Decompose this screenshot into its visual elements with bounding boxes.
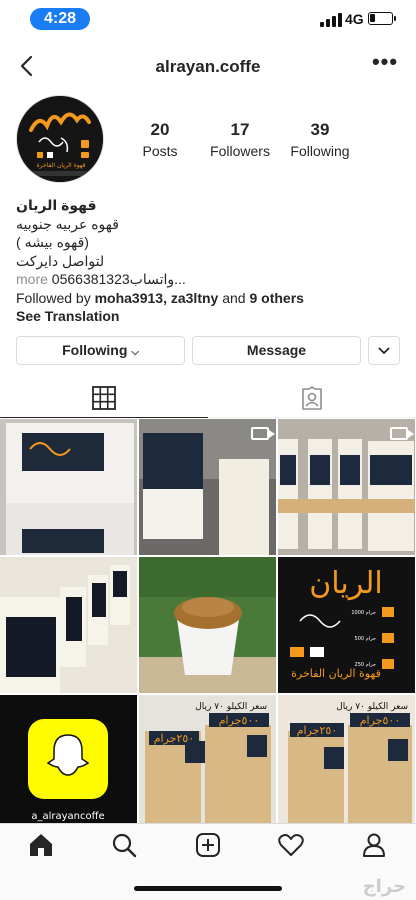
see-translation-link[interactable]: See Translation xyxy=(16,307,400,326)
stat-following[interactable]: 39 Following xyxy=(280,120,360,159)
price-text: سعر الكيلو ٧٠ ريال xyxy=(336,702,408,712)
followed-by[interactable]: Followed by moha3913, za3ltny and 9 othe… xyxy=(16,289,400,308)
post-grid: الريان قهوة الريان الفاخرة جرام 1000 جرا… xyxy=(0,419,416,823)
followed-by-and: and xyxy=(222,289,246,306)
search-icon[interactable] xyxy=(111,832,137,858)
label-250: ٢٥٠جرام xyxy=(297,724,337,737)
signal-icon xyxy=(320,13,342,27)
bio-whatsapp: واتساب0566381323... xyxy=(51,271,186,287)
posts-label: Posts xyxy=(142,143,178,159)
post-image-price-500: سعر الكيلو ٧٠ ريال ٥٠٠جرام ٢٥٠جرام xyxy=(139,695,276,823)
following-button-label: Following xyxy=(62,342,128,358)
active-tab-indicator xyxy=(0,417,208,418)
video-icon xyxy=(390,427,414,440)
profile-tabs xyxy=(0,378,416,418)
post-image-snapcode: a_alrayancoffe xyxy=(0,695,137,823)
followers-count: 17 xyxy=(230,120,250,139)
label-500: ٥٠٠جرام xyxy=(219,714,259,727)
followed-by-others: 9 others xyxy=(249,289,304,306)
grid-icon[interactable] xyxy=(92,386,116,410)
video-icon xyxy=(251,427,275,440)
following-button[interactable]: Following ⌵ xyxy=(16,336,185,365)
message-button[interactable]: Message xyxy=(192,336,361,365)
network-label: 4G xyxy=(345,11,364,27)
page-title: alrayan.coffe xyxy=(155,57,261,76)
post-tile[interactable]: سعر الكيلو ٧٠ ريال ٥٠٠جرام ٢٥٠جرام xyxy=(139,695,276,831)
profile-name: قهوة الريان xyxy=(16,197,97,213)
stat-posts[interactable]: 20 Posts xyxy=(120,120,200,159)
chevron-down-icon xyxy=(378,347,390,355)
more-options-icon[interactable]: ••• xyxy=(370,51,400,78)
watermark: حراج xyxy=(362,876,406,896)
poster-tagline: قهوة الريان الفاخرة xyxy=(291,667,381,680)
post-tile[interactable] xyxy=(0,419,137,555)
bio-line: قهوه عربيه جنوبيه xyxy=(16,215,119,232)
post-image-price-250: سعر الكيلو ٧٠ ريال ٥٠٠جرام ٢٥٠جرام xyxy=(278,695,415,823)
status-bar: 4:28 4G xyxy=(0,0,416,40)
following-label: Following xyxy=(290,143,350,159)
chevron-down-icon: ⌵ xyxy=(131,347,139,358)
post-tile[interactable]: a_alrayancoffe xyxy=(0,695,137,831)
post-image-coffee-cup xyxy=(139,557,276,693)
snapchat-handle: a_alrayancoffe xyxy=(31,811,104,822)
bio-line: ( قهوه بيشه) xyxy=(16,234,89,250)
home-indicator xyxy=(134,886,282,891)
price-text: سعر الكيلو ٧٠ ريال xyxy=(195,702,267,712)
post-image-boxes xyxy=(0,419,137,555)
status-time: 4:28 xyxy=(30,8,90,30)
poster-brand-name: الريان xyxy=(309,566,383,601)
post-tile[interactable]: الريان قهوة الريان الفاخرة جرام 1000 جرا… xyxy=(278,557,415,693)
label-500: ٥٠٠جرام xyxy=(360,714,400,727)
more-link[interactable]: more xyxy=(16,271,48,287)
post-tile[interactable]: سعر الكيلو ٧٠ ريال ٥٠٠جرام ٢٥٠جرام xyxy=(278,695,415,831)
followed-by-prefix: Followed by xyxy=(16,289,91,306)
avatar[interactable]: قهوة الريان الفاخرة xyxy=(16,95,104,183)
followers-label: Followers xyxy=(210,143,270,159)
label-250: ٢٥٠جرام xyxy=(154,732,194,745)
post-image-brand-poster: الريان قهوة الريان الفاخرة جرام 1000 جرا… xyxy=(278,557,415,693)
heart-icon[interactable] xyxy=(278,832,304,858)
bio-line: لتواصل دايركت xyxy=(16,252,105,269)
profile-icon[interactable] xyxy=(361,832,387,858)
brand-logo: قهوة الريان الفاخرة xyxy=(17,96,103,182)
profile-stats: 20 Posts 17 Followers 39 Following xyxy=(130,120,400,160)
post-image-pouch-row xyxy=(0,557,137,693)
post-tile[interactable] xyxy=(139,557,276,693)
new-post-icon[interactable] xyxy=(195,832,221,858)
following-count: 39 xyxy=(310,120,330,139)
followed-by-users: moha3913, za3ltny xyxy=(94,289,219,306)
battery-icon xyxy=(368,12,396,25)
post-tile-video[interactable] xyxy=(278,419,415,555)
bio-line-whatsapp: more واتساب0566381323... xyxy=(16,270,400,289)
post-tile-video[interactable] xyxy=(139,419,276,555)
post-tile[interactable] xyxy=(0,557,137,693)
home-icon[interactable] xyxy=(28,832,54,858)
poster-size: جرام 1000 xyxy=(351,610,376,616)
poster-size: جرام 500 xyxy=(355,636,376,642)
top-nav: alrayan.coffe ••• xyxy=(0,48,416,86)
profile-bio: قهوة الريان قهوه عربيه جنوبيه ( قهوه بيش… xyxy=(16,196,400,326)
stat-followers[interactable]: 17 Followers xyxy=(200,120,280,159)
poster-size: جرام 250 xyxy=(355,662,376,668)
posts-count: 20 xyxy=(150,120,170,139)
suggested-dropdown-button[interactable] xyxy=(368,336,400,365)
avatar-tagline: قهوة الريان الفاخرة xyxy=(37,162,86,169)
tagged-icon[interactable] xyxy=(300,386,324,410)
bottom-tab-bar: حراج xyxy=(0,823,416,900)
